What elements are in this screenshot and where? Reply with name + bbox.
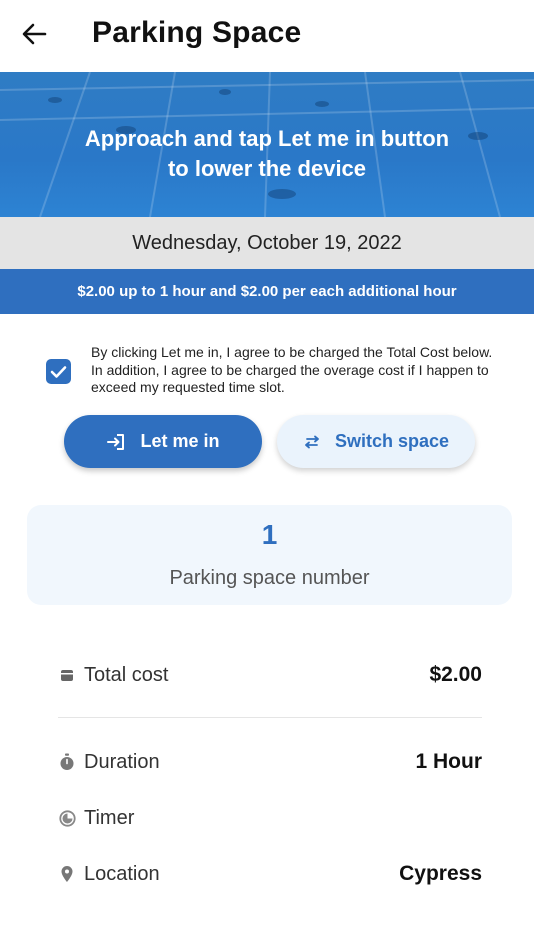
wallet-icon bbox=[58, 666, 76, 684]
let-me-in-button[interactable]: Let me in bbox=[64, 415, 262, 468]
page-title: Parking Space bbox=[92, 16, 302, 49]
switch-space-button[interactable]: Switch space bbox=[277, 415, 475, 468]
checkmark-icon bbox=[50, 365, 67, 378]
pricing-info: $2.00 up to 1 hour and $2.00 per each ad… bbox=[0, 269, 534, 314]
total-cost-value: $2.00 bbox=[429, 663, 482, 686]
stopwatch-icon bbox=[58, 753, 76, 771]
swap-arrows-icon bbox=[303, 435, 321, 449]
location-label: Location bbox=[84, 862, 160, 885]
timer-icon bbox=[58, 809, 76, 827]
location-row: Location Cypress bbox=[58, 859, 482, 889]
app-header: Parking Space bbox=[0, 0, 534, 72]
banner-line-1: Approach and tap Let me in button bbox=[84, 126, 450, 151]
agreement-row: By clicking Let me in, I agree to be cha… bbox=[46, 344, 496, 397]
duration-value: 1 Hour bbox=[415, 750, 482, 773]
duration-label: Duration bbox=[84, 750, 160, 773]
location-value: Cypress bbox=[399, 862, 482, 885]
total-cost-label: Total cost bbox=[84, 663, 169, 686]
banner-instruction-text: Approach and tap Let me in button to low… bbox=[0, 124, 534, 184]
agreement-checkbox[interactable] bbox=[46, 359, 71, 384]
parking-space-card: 1 Parking space number bbox=[27, 505, 512, 605]
switch-space-label: Switch space bbox=[334, 431, 450, 451]
duration-row: Duration 1 Hour bbox=[58, 747, 482, 777]
parking-space-label: Parking space number bbox=[169, 567, 370, 589]
location-pin-icon bbox=[58, 865, 76, 883]
agreement-text: By clicking Let me in, I agree to be cha… bbox=[91, 344, 493, 395]
enter-icon bbox=[106, 433, 126, 451]
timer-row: Timer bbox=[58, 803, 482, 833]
arrow-left-icon bbox=[22, 23, 47, 45]
parking-space-number: 1 bbox=[261, 519, 278, 550]
timer-label: Timer bbox=[84, 806, 135, 829]
let-me-in-label: Let me in bbox=[140, 431, 220, 451]
instruction-banner: Approach and tap Let me in button to low… bbox=[0, 72, 534, 217]
banner-line-2: to lower the device bbox=[167, 156, 367, 181]
back-button[interactable] bbox=[18, 18, 50, 50]
total-cost-row: Total cost $2.00 bbox=[58, 660, 482, 690]
date-display: Wednesday, October 19, 2022 bbox=[0, 217, 534, 269]
divider bbox=[58, 717, 482, 718]
